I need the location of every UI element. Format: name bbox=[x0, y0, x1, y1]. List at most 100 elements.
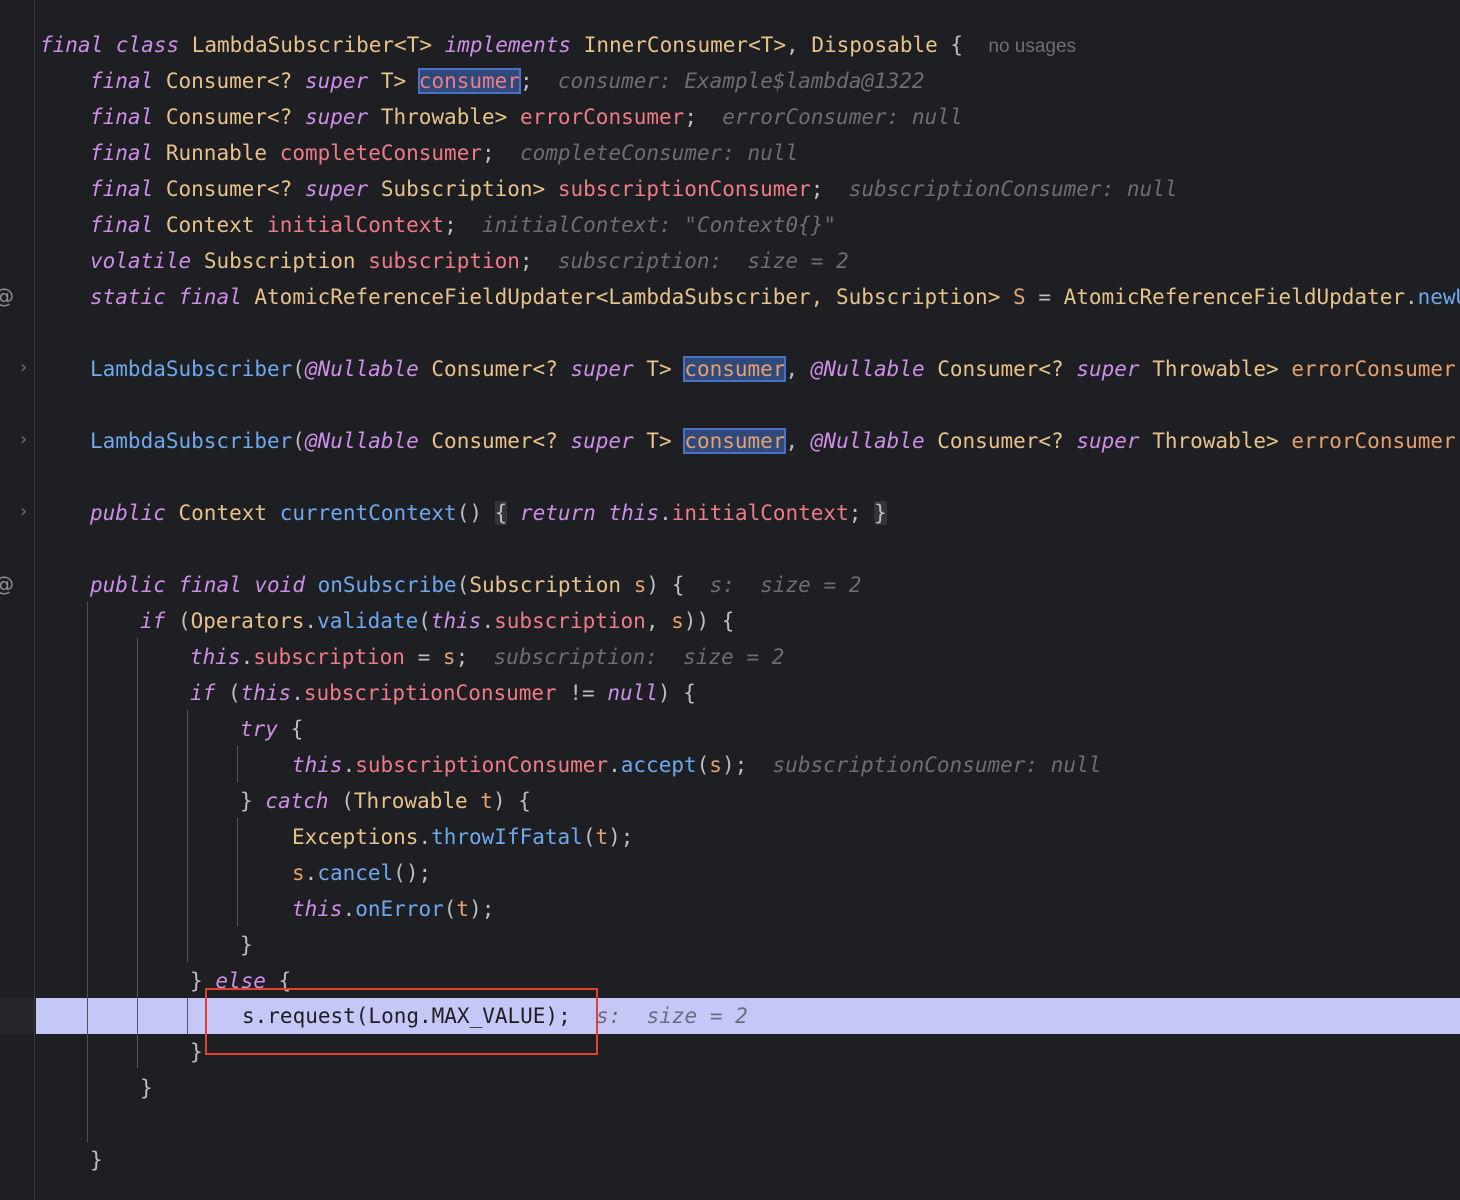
constructor-name: LambdaSubscriber bbox=[90, 429, 293, 453]
code-line-constructor[interactable]: LambdaSubscriber(@Nullable Consumer<? su… bbox=[90, 351, 1460, 387]
code-line-on-subscribe[interactable]: public final void onSubscribe(Subscripti… bbox=[90, 567, 861, 603]
punctuation: } bbox=[90, 1148, 103, 1172]
annotation: @Nullable bbox=[304, 429, 419, 453]
method-name: validate bbox=[317, 609, 419, 633]
punctuation: , bbox=[645, 609, 659, 633]
keyword: this bbox=[292, 897, 343, 921]
keyword: void bbox=[254, 573, 305, 597]
punctuation: ; bbox=[684, 105, 697, 129]
type-name: T> bbox=[380, 69, 407, 93]
punctuation: ( bbox=[696, 753, 710, 777]
code-line-field-subscription[interactable]: volatile Subscription subscription; subs… bbox=[90, 243, 849, 279]
code-line-if-subscription-consumer[interactable]: if (this.subscriptionConsumer != null) { bbox=[190, 675, 696, 711]
type-name: Operators bbox=[190, 609, 305, 633]
type-name: T> bbox=[646, 429, 672, 453]
fold-expand-icon[interactable]: › bbox=[20, 494, 27, 530]
param-consumer-highlighted[interactable]: consumer bbox=[683, 428, 787, 454]
code-line-assign-subscription[interactable]: this.subscription = s; subscription: siz… bbox=[190, 639, 784, 675]
debug-value-hint: s: size = 2 bbox=[709, 573, 862, 597]
indent-guide bbox=[137, 638, 138, 1068]
field-name: subscriptionConsumer bbox=[355, 753, 609, 777]
override-marker-icon[interactable]: @ bbox=[0, 278, 14, 314]
punctuation: { bbox=[683, 681, 696, 705]
fold-expand-icon[interactable]: › bbox=[20, 422, 27, 458]
method-name: currentContext bbox=[279, 501, 457, 525]
punctuation: ); bbox=[469, 897, 495, 921]
code-line-field-subscription-consumer[interactable]: final Consumer<? super Subscription> sub… bbox=[90, 171, 1177, 207]
param-name: s bbox=[633, 573, 647, 597]
field-name: completeConsumer bbox=[279, 141, 482, 165]
keyword: implements bbox=[444, 33, 572, 57]
code-area[interactable]: final class LambdaSubscriber<T> implemen… bbox=[0, 0, 1460, 1200]
field-name: initialContext bbox=[671, 501, 849, 525]
keyword: final bbox=[178, 285, 242, 309]
type-name: Consumer<? bbox=[937, 429, 1064, 453]
keyword: public bbox=[90, 573, 166, 597]
keyword: this bbox=[240, 681, 292, 705]
field-consumer-highlighted[interactable]: consumer bbox=[417, 68, 521, 94]
punctuation: ( bbox=[456, 573, 470, 597]
code-editor[interactable]: @ › › › @ final class LambdaSubscriber<T… bbox=[0, 0, 1460, 1200]
code-line-constructor[interactable]: LambdaSubscriber(@Nullable Consumer<? su… bbox=[90, 423, 1460, 459]
code-line-field-updater[interactable]: static final AtomicReferenceFieldUpdater… bbox=[90, 279, 1460, 315]
param-consumer-highlighted[interactable]: consumer bbox=[683, 356, 787, 382]
override-marker-icon[interactable]: @ bbox=[0, 566, 14, 602]
code-line-try[interactable]: try { bbox=[240, 711, 303, 747]
method-name: newU bbox=[1417, 285, 1460, 309]
editor-gutter[interactable]: @ › › › @ bbox=[0, 0, 35, 1200]
keyword: super bbox=[570, 429, 634, 453]
usages-hint[interactable]: no usages bbox=[988, 36, 1076, 57]
punctuation: } bbox=[190, 1040, 203, 1064]
operator: != bbox=[569, 681, 595, 705]
code-line-throw-if-fatal[interactable]: Exceptions.throwIfFatal(t); bbox=[292, 819, 633, 855]
method-name: cancel bbox=[317, 861, 394, 885]
keyword: final bbox=[90, 69, 154, 93]
code-line-close-brace[interactable]: } bbox=[190, 1034, 203, 1070]
code-line-field-error-consumer[interactable]: final Consumer<? super Throwable> errorC… bbox=[90, 99, 962, 135]
code-line-field-complete-consumer[interactable]: final Runnable completeConsumer; complet… bbox=[90, 135, 798, 171]
code-line-close-brace[interactable]: } bbox=[140, 1070, 153, 1106]
punctuation: . bbox=[304, 861, 318, 885]
param-name: s bbox=[292, 861, 305, 885]
punctuation: . bbox=[1405, 285, 1418, 309]
code-line-catch[interactable]: } catch (Throwable t) { bbox=[240, 783, 531, 819]
code-line-class-declaration[interactable]: final class LambdaSubscriber<T> implemen… bbox=[40, 27, 1076, 63]
folded-brace[interactable]: } bbox=[874, 501, 887, 525]
field-name: errorConsumer bbox=[519, 105, 685, 129]
debug-value-hint: consumer: Example$lambda@1322 bbox=[557, 69, 925, 93]
code-line-on-error[interactable]: this.onError(t); bbox=[292, 891, 494, 927]
code-line-field-consumer[interactable]: final Consumer<? super T> consumer; cons… bbox=[90, 63, 925, 99]
code-line-current-context[interactable]: public Context currentContext() { return… bbox=[90, 495, 887, 531]
punctuation: } bbox=[190, 969, 203, 993]
keyword: return bbox=[519, 501, 596, 525]
folded-brace[interactable]: { bbox=[494, 501, 508, 525]
fold-expand-icon[interactable]: › bbox=[20, 350, 27, 386]
indent-guide bbox=[87, 602, 88, 1142]
punctuation: , bbox=[786, 33, 799, 57]
operator: = bbox=[417, 645, 431, 669]
code-line-close-brace[interactable]: } bbox=[240, 927, 253, 963]
keyword: this bbox=[292, 753, 343, 777]
code-line-accept[interactable]: this.subscriptionConsumer.accept(s); sub… bbox=[292, 747, 1101, 783]
punctuation: ; bbox=[519, 69, 533, 93]
keyword: class bbox=[115, 33, 180, 57]
punctuation: . bbox=[342, 753, 356, 777]
code-line-close-brace[interactable]: } bbox=[90, 1142, 103, 1178]
method-name: throwIfFatal bbox=[431, 825, 583, 849]
type-name: Throwable> bbox=[380, 105, 508, 129]
field-name: initialContext bbox=[267, 213, 445, 237]
indent-guide bbox=[237, 746, 238, 782]
keyword: if bbox=[190, 681, 216, 705]
code-line-if-validate[interactable]: if (Operators.validate(this.subscription… bbox=[140, 603, 734, 639]
keyword: final bbox=[90, 141, 154, 165]
code-line-field-initial-context[interactable]: final Context initialContext; initialCon… bbox=[90, 207, 836, 243]
code-line-cancel[interactable]: s.cancel(); bbox=[292, 855, 431, 891]
annotation-highlight-box bbox=[205, 988, 598, 1055]
type-name: Runnable bbox=[165, 141, 268, 165]
type-name: AtomicReferenceFieldUpdater<LambdaSubscr… bbox=[254, 285, 1001, 309]
type-name: Context bbox=[165, 213, 255, 237]
keyword: final bbox=[178, 573, 242, 597]
punctuation: ( bbox=[292, 429, 305, 453]
punctuation: } bbox=[140, 1076, 153, 1100]
type-name: Disposable bbox=[811, 33, 938, 57]
